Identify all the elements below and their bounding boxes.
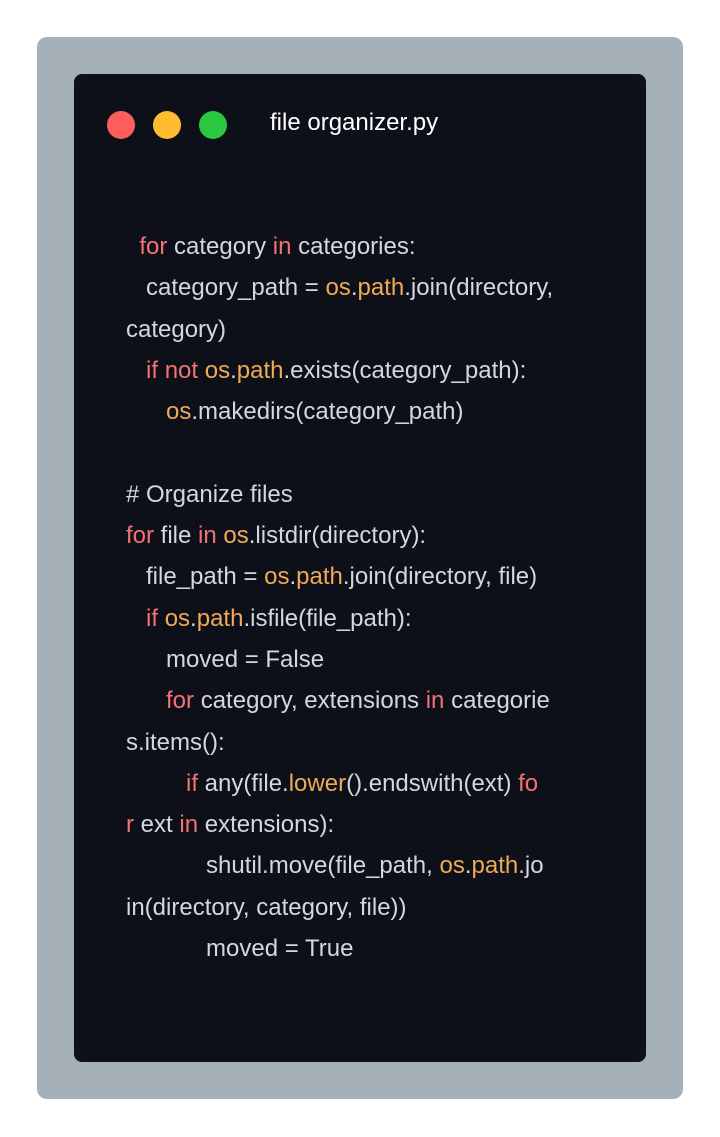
code-text: in(directory, category, file)) — [126, 893, 407, 921]
code-text: . — [230, 356, 237, 384]
close-button[interactable] — [107, 111, 135, 139]
code-line: for category in categories: — [126, 226, 606, 267]
code-text: extensions): — [198, 811, 335, 839]
code-line: in(directory, category, file)) — [126, 887, 606, 928]
maximize-button[interactable] — [199, 111, 227, 139]
code-module: os — [223, 522, 249, 550]
window-title: file organizer.py — [270, 109, 439, 136]
code-text: s.items(): — [126, 728, 225, 756]
code-line: category_path = os.path.join(directory, — [126, 267, 606, 308]
code-module: os — [204, 356, 231, 384]
code-line: if not os.path.exists(category_path): — [126, 350, 606, 391]
code-line: moved = True — [126, 928, 606, 969]
code-text: . — [464, 852, 472, 880]
code-text: moved = False — [126, 645, 325, 673]
code-line: for file in os.listdir(directory): — [126, 515, 606, 556]
code-keyword: for — [126, 522, 155, 550]
code-module: path — [196, 604, 244, 632]
code-text: .join(directory, file) — [342, 563, 538, 591]
code-keyword: fo — [518, 769, 539, 797]
code-line: for category, extensions in categorie — [126, 680, 606, 721]
code-module: os — [439, 852, 465, 880]
code-text: # Organize files — [126, 480, 293, 508]
code-text: category — [167, 233, 273, 260]
code-module: path — [471, 852, 519, 880]
outer-frame: file organizer.py for category in catego… — [37, 37, 683, 1099]
code-line: shutil.move(file_path, os.path.jo — [126, 845, 606, 886]
code-keyword: in — [425, 687, 445, 715]
code-text: shutil.move(file_path, — [126, 852, 440, 880]
code-line: s.items(): — [126, 722, 606, 763]
code-module: path — [236, 356, 284, 384]
code-module: lower — [288, 769, 347, 797]
code-keyword: if — [186, 769, 199, 797]
code-line: # Organize files — [126, 474, 606, 515]
code-text: file — [154, 522, 199, 550]
code-text: categorie — [444, 687, 550, 715]
code-keyword: for — [166, 687, 195, 715]
code-text: .exists(category_path): — [283, 356, 527, 384]
code-line: if any(file.lower().endswith(ext) fo — [126, 763, 606, 804]
code-text: .jo — [518, 852, 544, 880]
code-module: path — [296, 563, 343, 591]
code-text: category) — [126, 315, 227, 343]
code-module: path — [357, 274, 405, 302]
code-text: ().endswith(ext) — [346, 769, 519, 797]
code-text: . — [350, 274, 358, 302]
code-block: for category in categories: category_pat… — [126, 226, 606, 969]
code-line: moved = False — [126, 639, 606, 680]
code-text: ext — [134, 811, 180, 839]
code-keyword: if — [146, 356, 159, 384]
code-keyword: in — [198, 522, 217, 550]
code-line: category) — [126, 309, 606, 350]
code-line: file_path = os.path.join(directory, file… — [126, 556, 606, 597]
code-keyword: r — [126, 811, 134, 839]
code-keyword: in — [179, 811, 199, 839]
code-text: moved = True — [126, 935, 354, 963]
code-line: if os.path.isfile(file_path): — [126, 598, 606, 639]
code-text: category_path = — [126, 274, 326, 302]
code-module: os — [164, 604, 191, 632]
code-keyword: not — [164, 356, 199, 384]
code-module: os — [264, 563, 290, 591]
code-text: any(file. — [198, 769, 289, 797]
code-text: .isfile(file_path): — [243, 604, 412, 632]
code-keyword: for — [139, 233, 168, 260]
minimize-button[interactable] — [153, 111, 181, 139]
code-text: file_path = — [126, 563, 265, 591]
code-text: .listdir(directory): — [248, 522, 427, 550]
code-text: categories: — [291, 233, 416, 260]
code-keyword: if — [146, 604, 159, 632]
code-line: r ext in extensions): — [126, 804, 606, 845]
code-keyword: in — [272, 233, 292, 260]
code-text: .makedirs(category_path) — [191, 398, 464, 426]
code-text: category, extensions — [194, 687, 426, 715]
code-window: file organizer.py for category in catego… — [74, 74, 646, 1062]
code-text: . — [190, 604, 197, 632]
code-module: os — [166, 398, 192, 426]
code-line: os.makedirs(category_path) — [126, 391, 606, 432]
code-text: .join(directory, — [404, 274, 554, 302]
code-module: os — [325, 274, 351, 302]
